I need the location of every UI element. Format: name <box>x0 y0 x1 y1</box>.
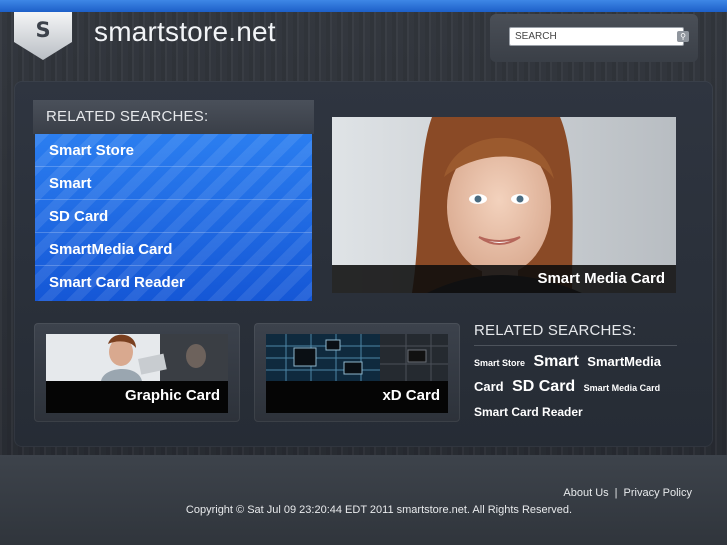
search-input[interactable] <box>509 27 684 46</box>
copyright-text: Copyright © Sat Jul 09 23:20:44 EDT 2011… <box>185 504 573 516</box>
graphic-card-label: Graphic Card <box>124 387 220 404</box>
thumbnail-frame: Graphic Card <box>46 334 228 413</box>
tag-smart[interactable]: Smart <box>533 353 578 370</box>
related-searches-menu: RELATED SEARCHES: Smart Store Smart SD C… <box>33 100 314 302</box>
related-searches-list: Smart Store Smart SD Card SmartMedia Car… <box>35 134 312 301</box>
related-item-sd-card[interactable]: SD Card <box>35 200 312 233</box>
hero-banner[interactable]: Smart Media Card <box>332 117 676 293</box>
xd-card-image <box>266 334 448 381</box>
footer-links: About Us | Privacy Policy <box>563 487 692 499</box>
top-accent-bar <box>0 0 727 12</box>
thumbnail-frame: xD Card <box>266 334 448 413</box>
related-searches-heading: RELATED SEARCHES: <box>33 100 314 134</box>
privacy-policy-link[interactable]: Privacy Policy <box>624 487 692 499</box>
search-panel <box>490 14 698 62</box>
tag-smart-card-reader[interactable]: Smart Card Reader <box>474 405 583 419</box>
search-icon[interactable]: ⚲ <box>677 31 689 42</box>
tag-sd-card[interactable]: SD Card <box>512 378 575 395</box>
footer-separator: | <box>614 487 618 499</box>
footer <box>0 455 727 545</box>
logo-letter: S <box>35 18 51 42</box>
tag-cloud-heading: RELATED SEARCHES: <box>474 322 637 339</box>
hero-caption: Smart Media Card <box>332 265 676 293</box>
tag-smart-media-card[interactable]: Smart Media Card <box>584 383 661 393</box>
related-item-smart[interactable]: Smart <box>35 167 312 200</box>
tag-cloud: Smart Store Smart SmartMedia Card SD Car… <box>474 350 679 424</box>
related-item-smartmedia-card[interactable]: SmartMedia Card <box>35 233 312 266</box>
tag-smart-store[interactable]: Smart Store <box>474 358 525 368</box>
xd-card-label: xD Card <box>382 387 440 404</box>
graphic-card-image <box>46 334 228 381</box>
logo-badge[interactable]: S <box>14 12 72 60</box>
graphic-card-tile[interactable]: Graphic Card <box>34 323 240 422</box>
about-us-link[interactable]: About Us <box>563 487 608 499</box>
related-item-smart-store[interactable]: Smart Store <box>35 134 312 167</box>
related-item-smart-card-reader[interactable]: Smart Card Reader <box>35 266 312 299</box>
tag-cloud-divider <box>474 345 677 346</box>
xd-card-tile[interactable]: xD Card <box>254 323 460 422</box>
site-title[interactable]: smartstore.net <box>94 16 276 48</box>
